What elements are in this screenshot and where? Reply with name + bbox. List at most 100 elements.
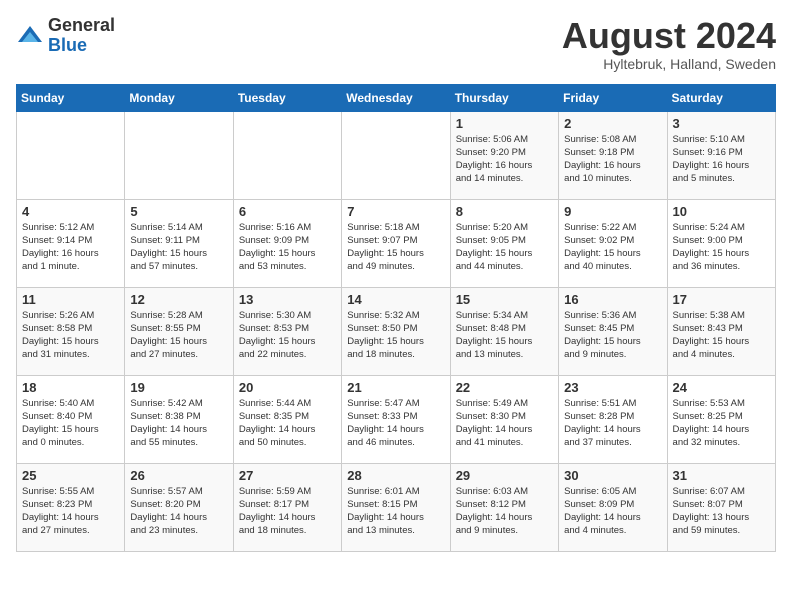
week-row-2: 11 Sunrise: 5:26 AM Sunset: 8:58 PM Dayli… [17, 287, 776, 375]
day-number: 6 [239, 204, 336, 219]
day-number: 5 [130, 204, 227, 219]
week-row-1: 4 Sunrise: 5:12 AM Sunset: 9:14 PM Daylig… [17, 199, 776, 287]
day-info: Sunrise: 5:12 AM Sunset: 9:14 PM Dayligh… [22, 221, 119, 274]
day-info: Sunrise: 5:30 AM Sunset: 8:53 PM Dayligh… [239, 309, 336, 362]
day-number: 30 [564, 468, 661, 483]
day-info: Sunrise: 6:05 AM Sunset: 8:09 PM Dayligh… [564, 485, 661, 538]
day-info: Sunrise: 5:14 AM Sunset: 9:11 PM Dayligh… [130, 221, 227, 274]
day-cell: 18 Sunrise: 5:40 AM Sunset: 8:40 PM Dayli… [17, 375, 125, 463]
day-cell: 26Sunrise: 5:57 AM Sunset: 8:20 PM Dayli… [125, 463, 233, 551]
day-info: Sunrise: 5:26 AM Sunset: 8:58 PM Dayligh… [22, 309, 119, 362]
day-number: 2 [564, 116, 661, 131]
logo: General Blue [16, 16, 115, 56]
day-cell [17, 111, 125, 199]
day-cell: 22 Sunrise: 5:49 AM Sunset: 8:30 PM Dayli… [450, 375, 558, 463]
day-cell: 23 Sunrise: 5:51 AM Sunset: 8:28 PM Dayli… [559, 375, 667, 463]
weekday-header-tuesday: Tuesday [233, 84, 341, 111]
day-number: 14 [347, 292, 444, 307]
day-number: 15 [456, 292, 553, 307]
page-header: General Blue August 2024 Hyltebruk, Hall… [16, 16, 776, 72]
day-info: Sunrise: 5:55 AM Sunset: 8:23 PM Dayligh… [22, 485, 119, 538]
day-info: Sunrise: 5:42 AM Sunset: 8:38 PM Dayligh… [130, 397, 227, 450]
logo-text: General Blue [48, 16, 115, 56]
calendar-table: SundayMondayTuesdayWednesdayThursdayFrid… [16, 84, 776, 552]
day-cell: 10 Sunrise: 5:24 AM Sunset: 9:00 PM Dayli… [667, 199, 775, 287]
day-number: 21 [347, 380, 444, 395]
day-info: Sunrise: 5:22 AM Sunset: 9:02 PM Dayligh… [564, 221, 661, 274]
day-info: Sunrise: 6:07 AM Sunset: 8:07 PM Dayligh… [673, 485, 770, 538]
day-number: 3 [673, 116, 770, 131]
day-cell: 11 Sunrise: 5:26 AM Sunset: 8:58 PM Dayli… [17, 287, 125, 375]
day-number: 1 [456, 116, 553, 131]
day-info: Sunrise: 5:40 AM Sunset: 8:40 PM Dayligh… [22, 397, 119, 450]
day-cell: 7Sunrise: 5:18 AM Sunset: 9:07 PM Daylig… [342, 199, 450, 287]
day-number: 9 [564, 204, 661, 219]
day-number: 27 [239, 468, 336, 483]
day-number: 17 [673, 292, 770, 307]
day-number: 25 [22, 468, 119, 483]
weekday-header-friday: Friday [559, 84, 667, 111]
day-cell: 19 Sunrise: 5:42 AM Sunset: 8:38 PM Dayli… [125, 375, 233, 463]
day-info: Sunrise: 5:44 AM Sunset: 8:35 PM Dayligh… [239, 397, 336, 450]
day-number: 19 [130, 380, 227, 395]
day-info: Sunrise: 5:16 AM Sunset: 9:09 PM Dayligh… [239, 221, 336, 274]
week-row-3: 18 Sunrise: 5:40 AM Sunset: 8:40 PM Dayli… [17, 375, 776, 463]
day-info: Sunrise: 5:08 AM Sunset: 9:18 PM Dayligh… [564, 133, 661, 186]
day-number: 11 [22, 292, 119, 307]
day-number: 20 [239, 380, 336, 395]
logo-icon [16, 22, 44, 50]
day-info: Sunrise: 5:10 AM Sunset: 9:16 PM Dayligh… [673, 133, 770, 186]
week-row-4: 25 Sunrise: 5:55 AM Sunset: 8:23 PM Dayli… [17, 463, 776, 551]
day-info: Sunrise: 5:32 AM Sunset: 8:50 PM Dayligh… [347, 309, 444, 362]
day-cell: 1 Sunrise: 5:06 AM Sunset: 9:20 PM Daylig… [450, 111, 558, 199]
day-info: Sunrise: 5:34 AM Sunset: 8:48 PM Dayligh… [456, 309, 553, 362]
day-cell: 14 Sunrise: 5:32 AM Sunset: 8:50 PM Dayli… [342, 287, 450, 375]
day-number: 16 [564, 292, 661, 307]
day-info: Sunrise: 5:24 AM Sunset: 9:00 PM Dayligh… [673, 221, 770, 274]
day-cell [342, 111, 450, 199]
day-cell: 31 Sunrise: 6:07 AM Sunset: 8:07 PM Dayli… [667, 463, 775, 551]
day-info: Sunrise: 6:03 AM Sunset: 8:12 PM Dayligh… [456, 485, 553, 538]
day-info: Sunrise: 5:49 AM Sunset: 8:30 PM Dayligh… [456, 397, 553, 450]
weekday-header-thursday: Thursday [450, 84, 558, 111]
weekday-header-sunday: Sunday [17, 84, 125, 111]
day-cell: 29 Sunrise: 6:03 AM Sunset: 8:12 PM Dayli… [450, 463, 558, 551]
day-cell: 9 Sunrise: 5:22 AM Sunset: 9:02 PM Daylig… [559, 199, 667, 287]
day-cell: 27Sunrise: 5:59 AM Sunset: 8:17 PM Dayli… [233, 463, 341, 551]
day-info: Sunrise: 5:47 AM Sunset: 8:33 PM Dayligh… [347, 397, 444, 450]
logo-general: General [48, 15, 115, 35]
logo-blue: Blue [48, 35, 87, 55]
day-number: 23 [564, 380, 661, 395]
day-cell: 25 Sunrise: 5:55 AM Sunset: 8:23 PM Dayli… [17, 463, 125, 551]
day-cell [233, 111, 341, 199]
day-cell: 5 Sunrise: 5:14 AM Sunset: 9:11 PM Daylig… [125, 199, 233, 287]
day-number: 12 [130, 292, 227, 307]
day-cell [125, 111, 233, 199]
day-cell: 6 Sunrise: 5:16 AM Sunset: 9:09 PM Daylig… [233, 199, 341, 287]
day-number: 10 [673, 204, 770, 219]
day-info: Sunrise: 5:20 AM Sunset: 9:05 PM Dayligh… [456, 221, 553, 274]
day-number: 13 [239, 292, 336, 307]
month-year: August 2024 [562, 16, 776, 56]
day-cell: 30 Sunrise: 6:05 AM Sunset: 8:09 PM Dayli… [559, 463, 667, 551]
day-cell: 2 Sunrise: 5:08 AM Sunset: 9:18 PM Daylig… [559, 111, 667, 199]
day-number: 8 [456, 204, 553, 219]
day-number: 4 [22, 204, 119, 219]
day-cell: 17Sunrise: 5:38 AM Sunset: 8:43 PM Dayli… [667, 287, 775, 375]
day-number: 26 [130, 468, 227, 483]
day-cell: 12Sunrise: 5:28 AM Sunset: 8:55 PM Dayli… [125, 287, 233, 375]
day-cell: 16Sunrise: 5:36 AM Sunset: 8:45 PM Dayli… [559, 287, 667, 375]
day-info: Sunrise: 5:53 AM Sunset: 8:25 PM Dayligh… [673, 397, 770, 450]
day-info: Sunrise: 5:06 AM Sunset: 9:20 PM Dayligh… [456, 133, 553, 186]
day-cell: 13 Sunrise: 5:30 AM Sunset: 8:53 PM Dayli… [233, 287, 341, 375]
day-cell: 21 Sunrise: 5:47 AM Sunset: 8:33 PM Dayli… [342, 375, 450, 463]
day-cell: 3 Sunrise: 5:10 AM Sunset: 9:16 PM Daylig… [667, 111, 775, 199]
day-number: 28 [347, 468, 444, 483]
day-number: 31 [673, 468, 770, 483]
day-number: 22 [456, 380, 553, 395]
day-info: Sunrise: 5:51 AM Sunset: 8:28 PM Dayligh… [564, 397, 661, 450]
day-number: 29 [456, 468, 553, 483]
day-number: 18 [22, 380, 119, 395]
day-cell: 15 Sunrise: 5:34 AM Sunset: 8:48 PM Dayli… [450, 287, 558, 375]
weekday-header-row: SundayMondayTuesdayWednesdayThursdayFrid… [17, 84, 776, 111]
